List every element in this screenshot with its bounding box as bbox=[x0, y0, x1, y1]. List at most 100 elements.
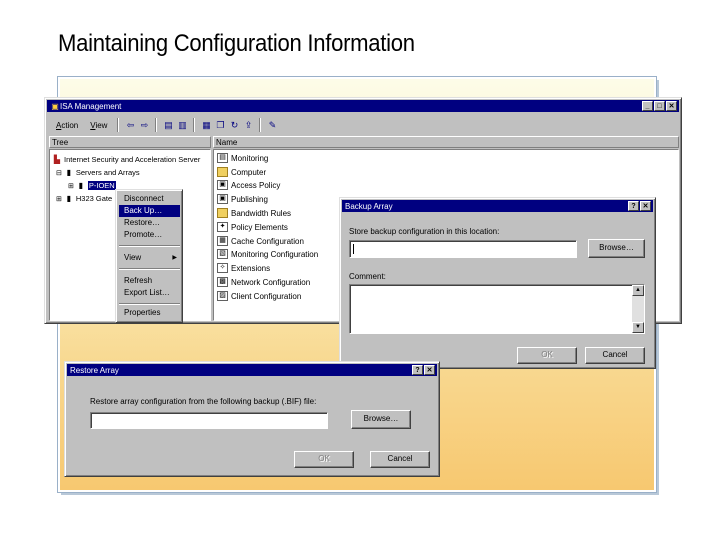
close-button[interactable]: ✕ bbox=[640, 201, 651, 211]
backup-array-dialog: Backup Array ? ✕ Store backup configurat… bbox=[339, 197, 656, 369]
list-item[interactable]: Computer bbox=[217, 167, 266, 177]
restore-browse-button[interactable]: Browse… bbox=[351, 410, 411, 429]
menu-item-view[interactable]: View ▶ bbox=[119, 252, 180, 264]
extensions-icon: ✧ bbox=[217, 263, 228, 273]
isa-titlebar: ▣ ISA Management _ □ ✕ bbox=[47, 100, 679, 112]
restore-cancel-button[interactable]: Cancel bbox=[370, 451, 430, 468]
restore-array-dialog: Restore Array ? ✕ Restore array configur… bbox=[64, 361, 440, 477]
list-item[interactable]: ▧ Monitoring Configuration bbox=[217, 249, 318, 259]
menu-view[interactable]: View bbox=[85, 121, 112, 130]
menu-action[interactable]: Action bbox=[51, 121, 83, 130]
list-item-label: Client Configuration bbox=[231, 291, 302, 301]
list-item-label: Network Configuration bbox=[231, 277, 311, 287]
menu-toolbar: Action View ⇦ ⇨ ▤ ▥ ▦ ❐ ↻ ⇪ ✎ bbox=[51, 116, 278, 134]
monitoring-config-icon: ▧ bbox=[217, 249, 228, 259]
tree-item[interactable]: ▙ Internet Security and Acceleration Ser… bbox=[52, 155, 200, 164]
list-item[interactable]: Bandwidth Rules bbox=[217, 208, 291, 218]
menu-item-properties[interactable]: Properties bbox=[119, 307, 180, 319]
close-button[interactable]: ✕ bbox=[424, 365, 435, 375]
monitoring-icon: ▤ bbox=[217, 153, 228, 163]
scroll-up-icon[interactable]: ▲ bbox=[632, 285, 644, 296]
backup-location-input[interactable] bbox=[349, 240, 577, 258]
minimize-button[interactable]: _ bbox=[642, 101, 653, 111]
menu-item-restore[interactable]: Restore… bbox=[119, 217, 180, 229]
access-policy-icon: ▣ bbox=[217, 180, 228, 190]
copy-icon[interactable]: ❐ bbox=[214, 119, 226, 131]
back-arrow-icon[interactable]: ⇦ bbox=[124, 119, 136, 131]
list-item-label: Monitoring bbox=[231, 153, 269, 163]
list-item[interactable]: ▦ Cache Configuration bbox=[217, 236, 304, 246]
folder-icon bbox=[217, 167, 228, 177]
scroll-down-icon[interactable]: ▼ bbox=[632, 322, 644, 333]
publishing-icon: ▣ bbox=[217, 194, 228, 204]
maximize-button[interactable]: □ bbox=[654, 101, 665, 111]
menu-item-disconnect[interactable]: Disconnect bbox=[119, 193, 180, 205]
tree-item[interactable]: ⊞ ▮ P-IOEN bbox=[68, 181, 116, 190]
menu-separator bbox=[119, 245, 180, 247]
menu-item-export-list[interactable]: Export List… bbox=[119, 287, 180, 299]
mmc-app-icon: ▣ bbox=[51, 101, 59, 111]
name-column-header[interactable]: Name bbox=[213, 136, 679, 148]
restore-file-input[interactable] bbox=[90, 412, 328, 429]
slide-title: Maintaining Configuration Information bbox=[58, 30, 415, 57]
comment-textarea[interactable]: ▲ ▼ bbox=[349, 284, 645, 334]
backup-cancel-button[interactable]: Cancel bbox=[585, 347, 645, 364]
backup-browse-button[interactable]: Browse… bbox=[588, 239, 645, 258]
toolbar-separator bbox=[193, 118, 196, 132]
backup-ok-button[interactable]: OK bbox=[517, 347, 577, 364]
list-item[interactable]: ▤ Monitoring bbox=[217, 153, 268, 163]
client-icon: ▨ bbox=[217, 291, 228, 301]
tree-item-label: Servers and Arrays bbox=[75, 168, 140, 177]
menu-separator bbox=[119, 268, 180, 270]
backup-dialog-title: Backup Array bbox=[345, 201, 393, 211]
up-folder-icon[interactable]: ▤ bbox=[162, 119, 174, 131]
gatekeeper-icon: ▮ bbox=[66, 194, 72, 203]
context-menu: Disconnect Back Up… Restore… Promote… Vi… bbox=[115, 189, 183, 323]
menu-item-refresh[interactable]: Refresh bbox=[119, 275, 180, 287]
help-button[interactable]: ? bbox=[628, 201, 639, 211]
close-button[interactable]: ✕ bbox=[666, 101, 677, 111]
export-icon[interactable]: ⇪ bbox=[242, 119, 254, 131]
list-item-label: Publishing bbox=[231, 194, 268, 204]
tree-item[interactable]: ⊞ ▮ H323 Gate bbox=[56, 194, 112, 203]
list-item[interactable]: ▩ Network Configuration bbox=[217, 277, 310, 287]
toolbar-separator bbox=[117, 118, 120, 132]
list-item-label: Computer bbox=[231, 167, 267, 177]
properties-icon[interactable]: ▦ bbox=[200, 119, 212, 131]
tree-item[interactable]: ⊟ ▮ Servers and Arrays bbox=[56, 168, 140, 177]
expand-toggle-icon[interactable]: ⊞ bbox=[68, 182, 74, 190]
isa-window-title: ISA Management bbox=[60, 101, 122, 111]
list-item[interactable]: ▣ Publishing bbox=[217, 194, 268, 204]
comment-scrollbar[interactable]: ▲ ▼ bbox=[632, 285, 644, 333]
menu-item-promote[interactable]: Promote… bbox=[119, 229, 180, 241]
backup-titlebar: Backup Array ? ✕ bbox=[342, 200, 653, 212]
forward-arrow-icon[interactable]: ⇨ bbox=[138, 119, 150, 131]
expand-toggle-icon[interactable]: ⊞ bbox=[56, 195, 62, 203]
isa-server-icon: ▙ bbox=[53, 155, 61, 164]
text-caret bbox=[353, 244, 354, 254]
menu-item-back-up[interactable]: Back Up… bbox=[119, 205, 180, 217]
tree-item-label: H323 Gate bbox=[75, 194, 113, 203]
list-item[interactable]: ▨ Client Configuration bbox=[217, 291, 301, 301]
list-item[interactable]: ✧ Extensions bbox=[217, 263, 270, 273]
menu-separator bbox=[119, 303, 180, 305]
restore-ok-button[interactable]: OK bbox=[294, 451, 354, 468]
toolbar-separator bbox=[155, 118, 158, 132]
list-item[interactable]: ✦ Policy Elements bbox=[217, 222, 288, 232]
list-item[interactable]: ▣ Access Policy bbox=[217, 180, 280, 190]
policy-elements-icon: ✦ bbox=[217, 222, 228, 232]
show-tree-icon[interactable]: ▥ bbox=[176, 119, 188, 131]
cache-icon: ▦ bbox=[217, 236, 228, 246]
toolbar-separator bbox=[259, 118, 262, 132]
list-item-label: Bandwidth Rules bbox=[231, 208, 292, 218]
help-icon[interactable]: ✎ bbox=[266, 119, 278, 131]
tree-item-label: P-IOEN bbox=[87, 181, 116, 190]
list-item-label: Monitoring Configuration bbox=[231, 249, 319, 259]
list-item-label: Extensions bbox=[231, 263, 271, 273]
restore-titlebar: Restore Array ? ✕ bbox=[67, 364, 437, 376]
help-button[interactable]: ? bbox=[412, 365, 423, 375]
refresh-icon[interactable]: ↻ bbox=[228, 119, 240, 131]
collapse-toggle-icon[interactable]: ⊟ bbox=[56, 169, 62, 177]
comment-label: Comment: bbox=[349, 272, 386, 281]
list-item-label: Policy Elements bbox=[231, 222, 288, 232]
